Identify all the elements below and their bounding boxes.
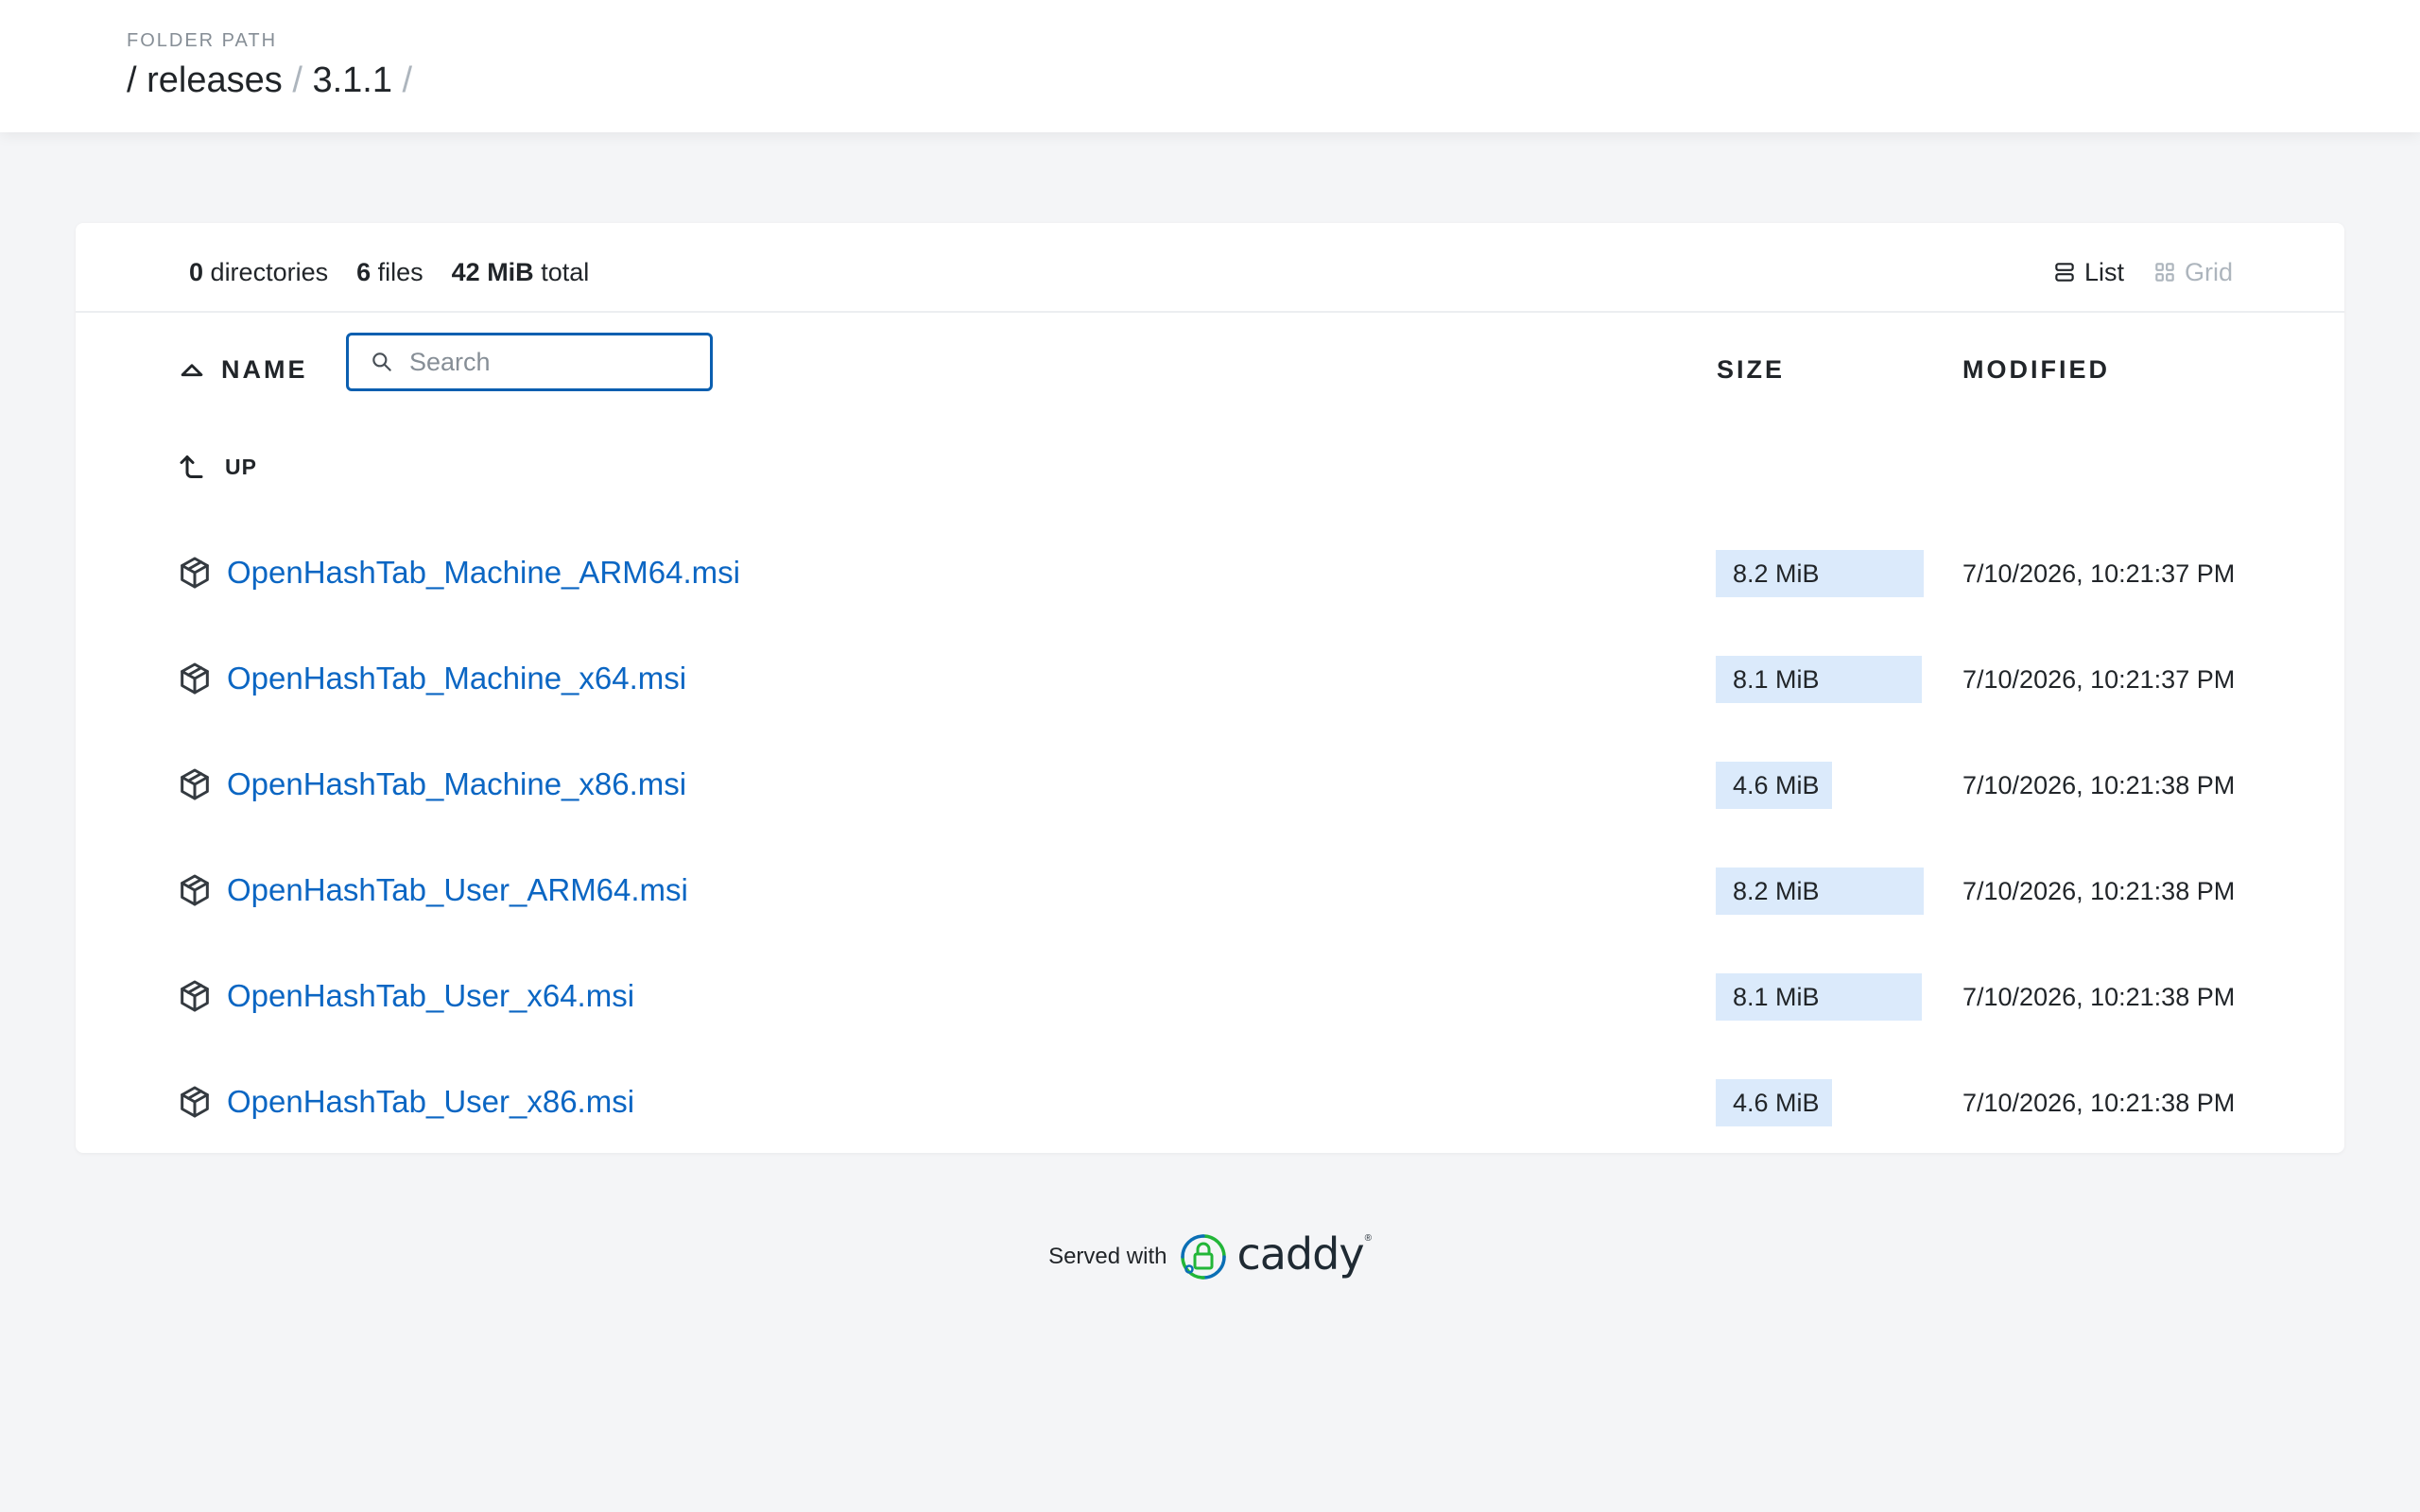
file-name-cell: OpenHashTab_Machine_ARM64.msi — [176, 544, 740, 601]
file-size-cell: 8.1 MiB — [1716, 973, 1924, 1021]
file-link[interactable]: OpenHashTab_Machine_x64.msi — [227, 661, 686, 696]
column-name-label: NAME — [221, 354, 308, 384]
breadcrumb-link-releases[interactable]: releases — [147, 60, 283, 100]
listing-summary: 0 directories 6 files 42 MiB total — [189, 251, 617, 293]
file-modified: 7/10/2026, 10:21:37 PM — [1962, 559, 2236, 588]
file-size-cell: 4.6 MiB — [1716, 762, 1924, 809]
file-link[interactable]: OpenHashTab_User_x86.msi — [227, 1084, 634, 1120]
search-input[interactable] — [409, 347, 693, 377]
file-link[interactable]: OpenHashTab_Machine_x86.msi — [227, 766, 686, 802]
file-size-cell: 8.2 MiB — [1716, 550, 1924, 597]
total-label: total — [541, 257, 590, 286]
file-row[interactable]: OpenHashTab_User_ARM64.msi 8.2 MiB 7/10/20… — [76, 862, 2344, 919]
file-name-cell: OpenHashTab_User_x86.msi — [176, 1074, 634, 1130]
file-size: 8.2 MiB — [1733, 559, 1820, 588]
files-stat: 6 files — [356, 258, 424, 287]
package-icon — [181, 980, 209, 1012]
directories-label: directories — [210, 257, 329, 286]
directories-count: 0 — [189, 257, 204, 286]
file-size: 8.1 MiB — [1733, 983, 1820, 1011]
breadcrumb-separator: / — [292, 60, 302, 100]
folder-path-label: Folder Path — [127, 30, 278, 51]
file-name-cell: OpenHashTab_User_ARM64.msi — [176, 862, 688, 919]
file-size-cell: 8.1 MiB — [1716, 656, 1924, 703]
page-header: Folder Path / releases / 3.1.1 / — [0, 0, 2420, 132]
grid-view-label: Grid — [2184, 257, 2233, 286]
package-icon — [181, 1086, 209, 1118]
file-row[interactable]: OpenHashTab_Machine_x64.msi 8.1 MiB 7/10/2… — [76, 650, 2344, 707]
breadcrumb: / releases / 3.1.1 / — [127, 60, 412, 101]
file-modified: 7/10/2026, 10:21:38 PM — [1962, 983, 2236, 1011]
list-view-label: List — [2083, 257, 2124, 286]
listing-card: 0 directories 6 files 42 MiB total List — [76, 223, 2344, 1153]
search-box[interactable] — [346, 333, 713, 391]
column-modified-label: MODIFIED — [1962, 354, 2110, 384]
registered-mark: ® — [1364, 1232, 1372, 1244]
column-header-modified[interactable]: MODIFIED — [1962, 346, 2110, 393]
file-name-cell: OpenHashTab_Machine_x86.msi — [176, 756, 686, 813]
caddy-wordmark: caddy — [1236, 1228, 1364, 1280]
file-modified: 7/10/2026, 10:21:38 PM — [1962, 877, 2236, 905]
page-footer: Served with caddy ® — [0, 1228, 2420, 1285]
file-size: 8.1 MiB — [1733, 665, 1820, 694]
arrow-up-left-corner-icon — [180, 455, 203, 478]
package-icon — [181, 662, 209, 695]
total-stat: 42 MiB total — [452, 258, 590, 287]
file-size: 8.2 MiB — [1733, 877, 1820, 905]
file-size-cell: 4.6 MiB — [1716, 1079, 1924, 1126]
list-icon — [2055, 263, 2074, 282]
file-row[interactable]: OpenHashTab_User_x86.msi 4.6 MiB 7/10/2026… — [76, 1074, 2344, 1130]
file-modified: 7/10/2026, 10:21:38 PM — [1962, 1089, 2236, 1117]
column-size-label: SIZE — [1717, 354, 1786, 384]
file-link[interactable]: OpenHashTab_Machine_ARM64.msi — [227, 555, 740, 591]
breadcrumb-separator: / — [402, 60, 413, 100]
breadcrumb-link-current[interactable]: 3.1.1 — [312, 60, 392, 100]
file-row[interactable]: OpenHashTab_Machine_x86.msi 4.6 MiB 7/10/2… — [76, 756, 2344, 813]
grid-icon — [2155, 263, 2174, 282]
file-name-cell: OpenHashTab_Machine_x64.msi — [176, 650, 686, 707]
file-size-cell: 8.2 MiB — [1716, 868, 1924, 915]
summary-divider — [76, 311, 2344, 313]
up-label: UP — [225, 454, 257, 479]
caddy-logo[interactable]: caddy ® — [1178, 1228, 1372, 1282]
file-link[interactable]: OpenHashTab_User_ARM64.msi — [227, 872, 688, 908]
file-link[interactable]: OpenHashTab_User_x64.msi — [227, 978, 634, 1014]
total-size: 42 MiB — [451, 257, 534, 286]
grid-view-button[interactable]: Grid — [2152, 258, 2233, 287]
column-header-size[interactable]: SIZE — [1717, 346, 1785, 393]
file-name-cell: OpenHashTab_User_x64.msi — [176, 968, 634, 1024]
parent-directory-link[interactable]: UP — [176, 444, 257, 490]
caddy-lock-icon — [1181, 1234, 1227, 1280]
file-size: 4.6 MiB — [1733, 1089, 1820, 1117]
package-icon — [181, 768, 209, 800]
breadcrumb-separator: / — [127, 60, 137, 100]
file-size: 4.6 MiB — [1733, 771, 1820, 799]
file-modified: 7/10/2026, 10:21:38 PM — [1962, 771, 2236, 799]
column-header-name[interactable]: NAME — [176, 346, 308, 393]
view-toggle: List Grid — [2024, 251, 2233, 293]
package-icon — [181, 557, 209, 589]
files-label: files — [377, 257, 424, 286]
directories-stat: 0 directories — [189, 258, 328, 287]
sort-ascending-icon — [181, 364, 203, 377]
list-view-button[interactable]: List — [2052, 258, 2124, 287]
files-count: 6 — [356, 257, 372, 286]
file-row[interactable]: OpenHashTab_Machine_ARM64.msi 8.2 MiB 7/10… — [76, 544, 2344, 601]
search-icon — [372, 352, 391, 371]
served-with-text: Served with — [1048, 1244, 1167, 1269]
file-modified: 7/10/2026, 10:21:37 PM — [1962, 665, 2236, 694]
file-row[interactable]: OpenHashTab_User_x64.msi 8.1 MiB 7/10/2026… — [76, 968, 2344, 1024]
package-icon — [181, 874, 209, 906]
